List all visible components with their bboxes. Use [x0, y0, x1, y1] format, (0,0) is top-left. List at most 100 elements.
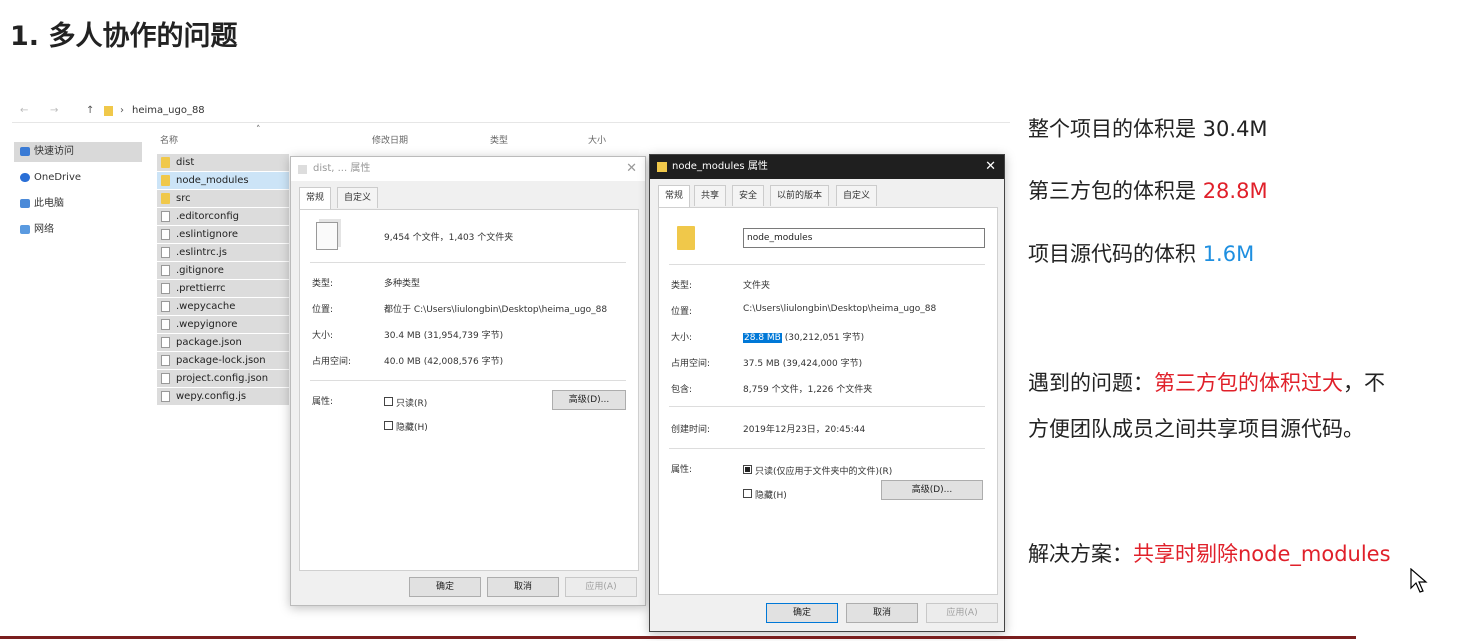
nav-item-this-pc[interactable]: 此电脑	[14, 194, 142, 214]
tab-general[interactable]: 常规	[299, 187, 332, 209]
general-panel: node_modules 类型: 文件夹 位置: C:\Users\liulon…	[658, 207, 998, 595]
type-value: 文件夹	[743, 281, 771, 291]
divider	[310, 380, 626, 381]
file-icon	[161, 301, 170, 312]
hidden-label: 隐藏(H)	[396, 423, 428, 433]
readonly-checkbox[interactable]	[384, 397, 393, 406]
file-icon	[161, 283, 170, 294]
file-icon	[161, 247, 170, 258]
location-value: C:\Users\liulongbin\Desktop\heima_ugo_88	[743, 304, 937, 314]
list-item[interactable]: src	[157, 190, 289, 207]
tab-custom[interactable]: 自定义	[836, 185, 878, 206]
folder-icon	[298, 165, 307, 174]
hidden-checkbox[interactable]	[743, 489, 752, 498]
advanced-button[interactable]: 高级(D)...	[552, 390, 626, 410]
forward-arrow-icon[interactable]: →	[50, 105, 58, 116]
divider	[669, 264, 985, 265]
note-project-size: 整个项目的体积是 30.4M	[1028, 117, 1268, 141]
divider	[669, 448, 985, 449]
nav-item-network[interactable]: 网络	[14, 220, 142, 240]
location-label: 位置:	[312, 305, 334, 315]
list-item[interactable]: package-lock.json	[157, 352, 289, 369]
list-item[interactable]: package.json	[157, 334, 289, 351]
note-solution: 解决方案：共享时剔除node_modules	[1028, 542, 1391, 566]
cancel-button[interactable]: 取消	[487, 577, 559, 597]
list-item[interactable]: .eslintrc.js	[157, 244, 289, 261]
folder-icon	[657, 162, 667, 172]
properties-dialog-multi: dist, ... 属性 ✕ 常规 自定义 9,454 个文件，1,403 个文…	[290, 156, 646, 606]
disk-size-value: 37.5 MB (39,424,000 字节)	[743, 359, 863, 369]
folder-name-field[interactable]: node_modules	[743, 228, 985, 248]
list-item[interactable]: project.config.json	[157, 370, 289, 387]
network-icon	[20, 225, 30, 234]
hidden-label: 隐藏(H)	[755, 491, 787, 501]
tab-custom[interactable]: 自定义	[337, 187, 379, 208]
nav-item-quick-access[interactable]: 快速访问	[14, 142, 142, 162]
list-item[interactable]: .editorconfig	[157, 208, 289, 225]
folder-icon	[677, 226, 695, 250]
column-header-size[interactable]: 大小	[588, 133, 606, 146]
tab-sharing[interactable]: 共享	[694, 185, 727, 206]
chevron-right-icon: ›	[120, 105, 124, 116]
note-problem-line1: 遇到的问题：第三方包的体积过大，不	[1028, 371, 1385, 395]
attributes-label: 属性:	[671, 465, 693, 475]
column-header-modified[interactable]: 修改日期	[372, 133, 408, 146]
address-bar[interactable]: ← → ↑ › heima_ugo_88	[12, 100, 1010, 123]
list-item[interactable]: .wepyignore	[157, 316, 289, 333]
tab-previous-versions[interactable]: 以前的版本	[770, 185, 830, 206]
advanced-button[interactable]: 高级(D)...	[881, 480, 983, 500]
readonly-checkbox[interactable]	[743, 465, 752, 474]
apply-button[interactable]: 应用(A)	[565, 577, 637, 597]
list-item[interactable]: .gitignore	[157, 262, 289, 279]
tab-general[interactable]: 常规	[658, 185, 691, 207]
divider	[669, 406, 985, 407]
cloud-icon	[20, 173, 30, 182]
ok-button[interactable]: 确定	[409, 577, 481, 597]
summary-text: 9,454 个文件，1,403 个文件夹	[384, 233, 514, 243]
source-size-value: 1.6M	[1202, 242, 1255, 266]
deps-size-value: 28.8M	[1202, 179, 1268, 203]
disk-size-value: 40.0 MB (42,008,576 字节)	[384, 357, 504, 367]
tab-security[interactable]: 安全	[732, 185, 765, 206]
list-item[interactable]: .eslintignore	[157, 226, 289, 243]
created-value: 2019年12月23日，20:45:44	[743, 425, 866, 435]
file-icon	[161, 355, 170, 366]
close-icon[interactable]: ✕	[985, 155, 996, 179]
list-item[interactable]: .prettierrc	[157, 280, 289, 297]
dialog-titlebar: dist, ... 属性 ✕	[291, 157, 645, 181]
slide-bottom-bar	[0, 636, 1356, 639]
nav-item-onedrive[interactable]: OneDrive	[14, 168, 142, 188]
size-value: 28.8 MB (30,212,051 字节)	[743, 333, 865, 343]
file-icon	[161, 265, 170, 276]
note-source-size: 项目源代码的体积 1.6M	[1028, 242, 1255, 266]
list-item[interactable]: .wepycache	[157, 298, 289, 315]
readonly-label: 只读(仅应用于文件夹中的文件)(R)	[755, 467, 893, 477]
readonly-label: 只读(R)	[396, 399, 428, 409]
close-icon[interactable]: ✕	[626, 157, 637, 181]
folder-icon	[161, 157, 170, 168]
created-label: 创建时间:	[671, 425, 711, 435]
ok-button[interactable]: 确定	[766, 603, 838, 623]
path-segment[interactable]: heima_ugo_88	[132, 105, 205, 116]
cancel-button[interactable]: 取消	[846, 603, 918, 623]
dialog-titlebar: node_modules 属性 ✕	[650, 155, 1004, 179]
note-deps-size: 第三方包的体积是 28.8M	[1028, 179, 1268, 203]
folder-icon	[161, 175, 170, 186]
file-icon	[161, 391, 170, 402]
list-item[interactable]: node_modules	[157, 172, 289, 189]
up-arrow-icon[interactable]: ↑	[86, 105, 94, 116]
file-icon	[161, 229, 170, 240]
type-label: 类型:	[671, 281, 693, 291]
apply-button[interactable]: 应用(A)	[926, 603, 998, 623]
column-header-type[interactable]: 类型	[490, 133, 508, 146]
location-label: 位置:	[671, 307, 693, 317]
note-problem-line2: 方便团队成员之间共享项目源代码。	[1028, 417, 1364, 441]
hidden-checkbox[interactable]	[384, 421, 393, 430]
list-item[interactable]: dist	[157, 154, 289, 171]
sort-up-icon: ˄	[256, 125, 261, 135]
back-arrow-icon[interactable]: ←	[20, 105, 28, 116]
column-header-name[interactable]: 名称	[160, 133, 178, 146]
file-icon	[161, 337, 170, 348]
list-item[interactable]: wepy.config.js	[157, 388, 289, 405]
computer-icon	[20, 199, 30, 208]
